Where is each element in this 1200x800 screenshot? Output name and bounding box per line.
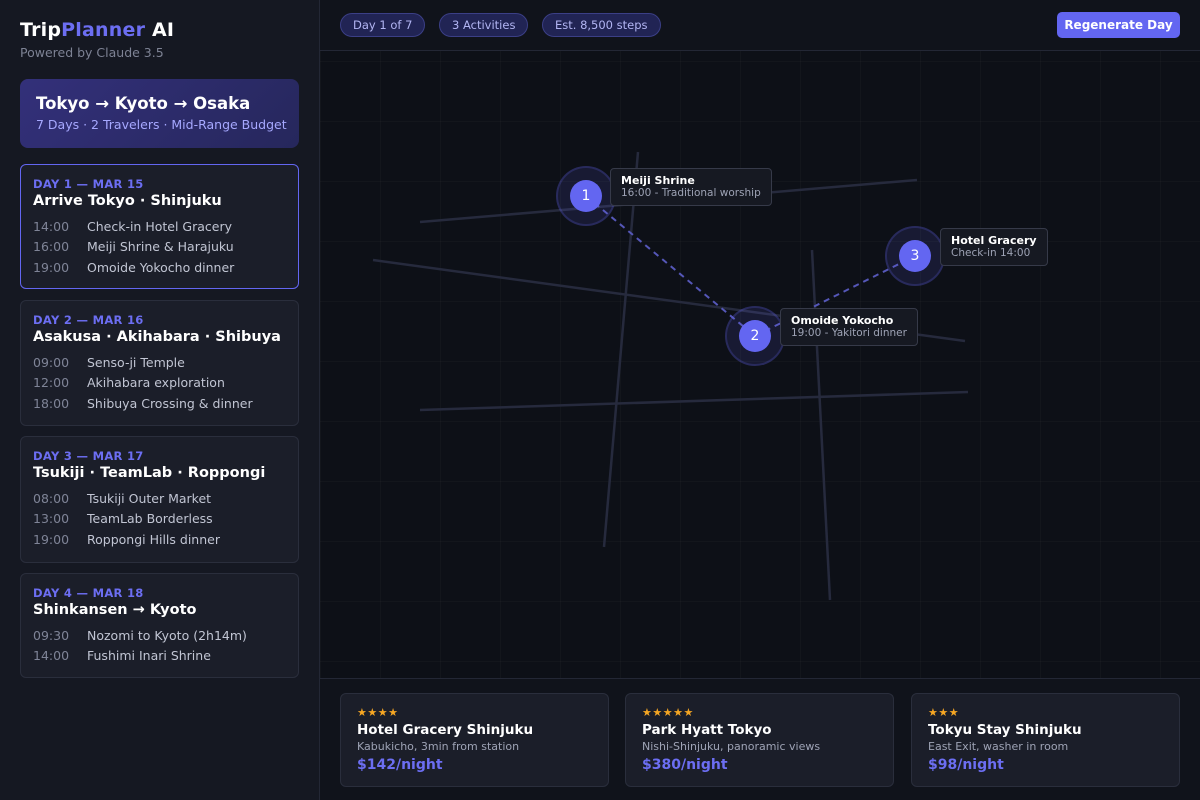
marker-label-3: Hotel Gracery Check-in 14:00 xyxy=(940,228,1048,266)
activity-item: 14:00 Check-in Hotel Gracery xyxy=(33,219,232,234)
hotel-card[interactable]: ★★★★★ Park Hyatt Tokyo Nishi-Shinjuku, p… xyxy=(625,693,894,787)
marker-detail: 19:00 - Yakitori dinner xyxy=(791,327,907,339)
trip-summary-card: Tokyo → Kyoto → Osaka 7 Days · 2 Travele… xyxy=(20,79,299,148)
map-marker-2[interactable]: 2 xyxy=(739,320,771,352)
activity-label: Omoide Yokocho dinner xyxy=(87,260,235,275)
activity-item: 18:00 Shibuya Crossing & dinner xyxy=(33,396,253,411)
day-title: Asakusa · Akihabara · Shibuya xyxy=(33,329,281,345)
activity-time: 14:00 xyxy=(33,219,70,234)
day-card-3[interactable]: DAY 3 — MAR 17 Tsukiji · TeamLab · Roppo… xyxy=(20,436,299,563)
hotel-price: $142/night xyxy=(357,757,443,773)
activity-time: 16:00 xyxy=(33,239,70,254)
day-progress-pill: Day 1 of 7 xyxy=(340,13,426,37)
hotel-name: Tokyu Stay Shinjuku xyxy=(928,722,1082,738)
day-title: Tsukiji · TeamLab · Roppongi xyxy=(33,465,266,481)
activity-item: 19:00 Roppongi Hills dinner xyxy=(33,532,220,547)
hotel-card[interactable]: ★★★★ Hotel Gracery Shinjuku Kabukicho, 3… xyxy=(340,693,609,787)
day-title: Arrive Tokyo · Shinjuku xyxy=(33,193,222,209)
activity-time: 19:00 xyxy=(33,532,70,547)
trip-details: 7 Days · 2 Travelers · Mid-Range Budget xyxy=(36,117,287,132)
activity-label: Roppongi Hills dinner xyxy=(87,532,220,547)
star-rating-icon: ★★★ xyxy=(928,706,960,719)
map-marker-3[interactable]: 3 xyxy=(899,240,931,272)
regenerate-day-button[interactable]: Regenerate Day xyxy=(1057,12,1180,38)
activity-item: 13:00 TeamLab Borderless xyxy=(33,511,213,526)
hotel-price: $380/night xyxy=(642,757,728,773)
hotel-description: Kabukicho, 3min from station xyxy=(357,740,520,753)
activity-count-pill: 3 Activities xyxy=(439,13,529,37)
brand-main: Trip xyxy=(20,19,62,41)
activity-time: 09:00 xyxy=(33,355,70,370)
activity-label: Shibuya Crossing & dinner xyxy=(87,396,253,411)
star-rating-icon: ★★★★★ xyxy=(642,706,694,719)
activity-label: Tsukiji Outer Market xyxy=(87,491,212,506)
activity-label: Akihabara exploration xyxy=(87,375,225,390)
hotel-card[interactable]: ★★★ Tokyu Stay Shinjuku East Exit, washe… xyxy=(911,693,1180,787)
activity-label: Nozomi to Kyoto (2h14m) xyxy=(87,628,247,643)
marker-label-2: Omoide Yokocho 19:00 - Yakitori dinner xyxy=(780,308,918,346)
day-header: DAY 1 — MAR 15 xyxy=(33,177,144,191)
route-segment xyxy=(585,195,756,337)
activity-item: 12:00 Akihabara exploration xyxy=(33,375,225,390)
activity-item: 14:00 Fushimi Inari Shrine xyxy=(33,648,211,663)
activity-time: 18:00 xyxy=(33,396,70,411)
activity-time: 19:00 xyxy=(33,260,70,275)
activity-time: 14:00 xyxy=(33,648,70,663)
marker-name: Meiji Shrine xyxy=(621,174,695,187)
street-line xyxy=(419,390,969,412)
activity-item: 16:00 Meiji Shrine & Harajuku xyxy=(33,239,234,254)
marker-detail: 16:00 - Traditional worship xyxy=(621,187,761,199)
star-rating-icon: ★★★★ xyxy=(357,706,399,719)
hotel-name: Hotel Gracery Shinjuku xyxy=(357,722,534,738)
day-card-4[interactable]: DAY 4 — MAR 18 Shinkansen → Kyoto 09:30 N… xyxy=(20,573,299,678)
sidebar: TripPlanner AI Powered by Claude 3.5 Tok… xyxy=(0,0,320,800)
activity-item: 09:00 Senso-ji Temple xyxy=(33,355,185,370)
activity-label: TeamLab Borderless xyxy=(87,511,213,526)
brand-accent: Planner xyxy=(61,19,146,41)
hotel-name: Park Hyatt Tokyo xyxy=(642,722,772,738)
street-line xyxy=(810,249,832,601)
hotel-description: East Exit, washer in room xyxy=(928,740,1069,753)
day-header: DAY 4 — MAR 18 xyxy=(33,586,144,600)
day-header: DAY 2 — MAR 16 xyxy=(33,313,144,327)
activity-time: 13:00 xyxy=(33,511,70,526)
top-bar: Day 1 of 7 3 Activities Est. 8,500 steps… xyxy=(320,0,1200,51)
activity-label: Check-in Hotel Gracery xyxy=(87,219,233,234)
hotel-description: Nishi-Shinjuku, panoramic views xyxy=(642,740,821,753)
powered-by: Powered by Claude 3.5 xyxy=(20,45,164,60)
marker-name: Hotel Gracery xyxy=(951,234,1037,247)
day-card-1[interactable]: DAY 1 — MAR 15 Arrive Tokyo · Shinjuku 1… xyxy=(20,164,299,289)
activity-item: 19:00 Omoide Yokocho dinner xyxy=(33,260,234,275)
hotel-recommendations: ★★★★ Hotel Gracery Shinjuku Kabukicho, 3… xyxy=(320,678,1200,800)
hotel-price: $98/night xyxy=(928,757,1004,773)
marker-detail: Check-in 14:00 xyxy=(951,247,1031,259)
activity-time: 09:30 xyxy=(33,628,70,643)
activity-label: Senso-ji Temple xyxy=(87,355,185,370)
trip-route: Tokyo → Kyoto → Osaka xyxy=(36,94,251,113)
marker-name: Omoide Yokocho xyxy=(791,314,894,327)
brand-suffix: AI xyxy=(145,19,175,41)
step-estimate-pill: Est. 8,500 steps xyxy=(542,13,661,37)
route-map[interactable]: 1 Meiji Shrine 16:00 - Traditional worsh… xyxy=(320,51,1200,678)
activity-item: 09:30 Nozomi to Kyoto (2h14m) xyxy=(33,628,247,643)
app-logo: TripPlanner AI xyxy=(20,19,174,41)
activity-label: Fushimi Inari Shrine xyxy=(87,648,211,663)
activity-label: Meiji Shrine & Harajuku xyxy=(87,239,234,254)
activity-time: 12:00 xyxy=(33,375,70,390)
marker-label-1: Meiji Shrine 16:00 - Traditional worship xyxy=(610,168,772,206)
activity-time: 08:00 xyxy=(33,491,70,506)
map-marker-1[interactable]: 1 xyxy=(570,180,602,212)
activity-item: 08:00 Tsukiji Outer Market xyxy=(33,491,211,506)
day-header: DAY 3 — MAR 17 xyxy=(33,449,144,463)
day-card-2[interactable]: DAY 2 — MAR 16 Asakusa · Akihabara · Shi… xyxy=(20,300,299,426)
day-title: Shinkansen → Kyoto xyxy=(33,602,197,618)
